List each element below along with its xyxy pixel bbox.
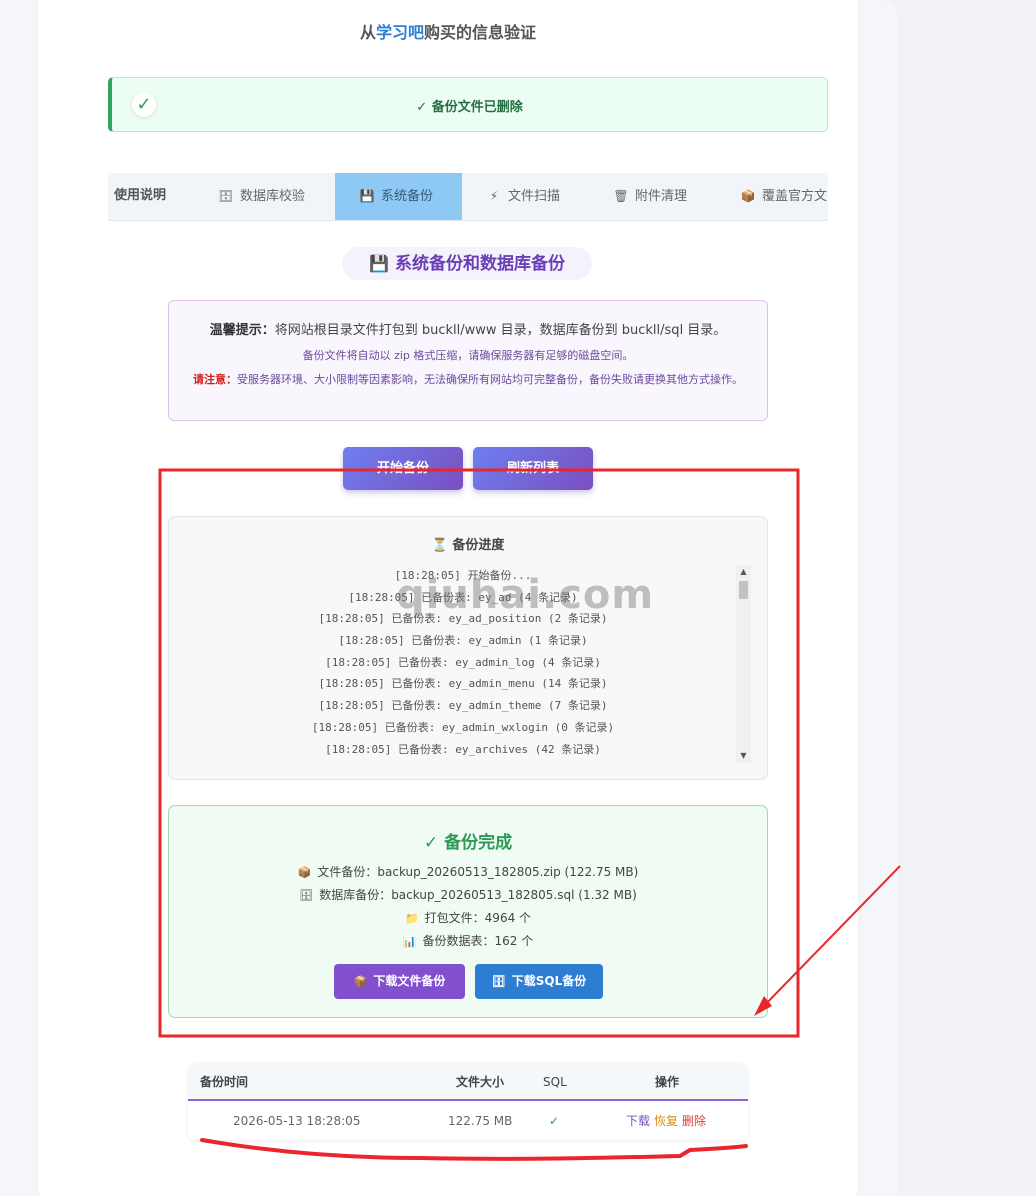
alert-message: ✓ 备份文件已删除 <box>416 100 523 115</box>
backup-table: 备份时间 文件大小 SQL 操作 2026-05-13 18:28:05 122… <box>188 1063 748 1140</box>
progress-log[interactable]: [18:28:05] 开始备份... [18:28:05] 已备份表: ey_a… <box>189 565 737 765</box>
log-line: [18:28:05] 已备份表: ey_ad_position (2 条记录) <box>318 612 608 626</box>
tab-db-check[interactable]: 🗄 数据库校验 <box>218 173 306 220</box>
tab-instructions[interactable]: 使用说明 <box>114 173 167 220</box>
title-prefix: 从 <box>359 23 376 42</box>
packed-files-text: 打包文件：4964 个 <box>424 911 532 925</box>
packed-files-line: 📁 打包文件：4964 个 <box>169 909 767 926</box>
warn-label: 请注意： <box>193 373 237 386</box>
download-sql-label: 下载SQL备份 <box>511 974 587 988</box>
tab-label: 文件扫描 <box>508 189 561 204</box>
hourglass-icon: ⏳ <box>431 538 448 553</box>
scroll-down-icon[interactable]: ▼ <box>736 749 751 763</box>
package-icon: 📦 <box>353 975 368 988</box>
tab-label: 数据库校验 <box>240 189 306 204</box>
tip-text: 将网站根目录文件打包到 buckll/www 目录，数据库备份到 buckll/… <box>274 323 727 338</box>
log-line: [18:28:05] 已备份表: ey_admin (1 条记录) <box>338 634 588 648</box>
title-suffix: 购买的信息验证 <box>424 23 537 42</box>
tip-label: 温馨提示： <box>209 323 275 338</box>
floppy-icon: 💾 <box>359 189 375 203</box>
success-alert: ✓ ✓ 备份文件已删除 <box>108 77 828 132</box>
warn-text: 受服务器环境、大小限制等因素影响，无法确保所有网站均可完整备份，备份失败请更换其… <box>237 373 743 386</box>
tab-label: 使用说明 <box>114 188 167 203</box>
folder-icon: 📁 <box>404 912 419 925</box>
restore-link[interactable]: 恢复 <box>654 1103 678 1139</box>
database-icon: 🗄 <box>218 189 234 203</box>
db-backup-text: 数据库备份：backup_20260513_182805.sql (1.32 M… <box>319 888 637 902</box>
header-ops: 操作 <box>655 1075 680 1089</box>
backup-complete-panel: ✓ 备份完成 📦 文件备份：backup_20260513_182805.zip … <box>168 805 768 1018</box>
log-line: [18:28:05] 已备份表: ey_archives (42 条记录) <box>325 742 601 756</box>
download-sql-button[interactable]: 🗄 下载SQL备份 <box>475 964 603 999</box>
header-size: 文件大小 <box>456 1075 505 1089</box>
tab-label: 覆盖官方文 <box>762 189 828 204</box>
header-time: 备份时间 <box>200 1075 249 1089</box>
database-icon: 🗄 <box>299 889 314 902</box>
tab-file-scan[interactable]: ⚡ 文件扫描 <box>486 173 561 220</box>
outer-panel: 从学习吧购买的信息验证 ✓ ✓ 备份文件已删除 使用说明 🗄 数据库校验 💾 系统备… <box>0 0 898 1196</box>
notice-zip: 备份文件将自动以 zip 格式压缩，请确保服务器有足够的磁盘空间。 <box>302 349 634 362</box>
title-brand: 学习吧 <box>375 23 424 42</box>
notice-tip: 温馨提示：将网站根目录文件打包到 buckll/www 目录，数据库备份到 bu… <box>169 319 767 338</box>
progress-title-text: 备份进度 <box>452 538 505 553</box>
notice-box: 温馨提示：将网站根目录文件打包到 buckll/www 目录，数据库备份到 bu… <box>168 300 768 421</box>
cell-time: 2026-05-13 18:28:05 <box>233 1114 361 1128</box>
log-line: [18:28:05] 已备份表: ey_admin_log (4 条记录) <box>325 655 601 669</box>
download-files-button[interactable]: 📦 下载文件备份 <box>334 964 465 999</box>
package-icon: 📦 <box>297 866 312 879</box>
scroll-thumb[interactable] <box>739 581 748 599</box>
tab-system-backup[interactable]: 💾 系统备份 <box>335 173 462 220</box>
chart-icon: 📊 <box>402 935 417 948</box>
delete-link[interactable]: 删除 <box>682 1103 706 1139</box>
log-line: [18:28:05] 已备份表: ey_admin_wxlogin (0 条记录… <box>311 720 615 734</box>
package-icon: 📦 <box>740 189 756 203</box>
tab-overwrite-official[interactable]: 📦 覆盖官方文 <box>740 173 828 220</box>
trash-icon: 🗑 <box>613 189 629 203</box>
log-scrollbar[interactable]: ▲ ▼ <box>736 565 751 763</box>
log-line: [18:28:05] 已备份表: ey_admin_menu (14 条记录) <box>318 677 608 691</box>
file-backup-line: 📦 文件备份：backup_20260513_182805.zip (122.75… <box>169 863 767 880</box>
scroll-up-icon[interactable]: ▲ <box>736 565 751 579</box>
cell-size: 122.75 MB <box>448 1114 513 1128</box>
table-header: 备份时间 文件大小 SQL 操作 <box>188 1063 748 1101</box>
check-icon: ✓ <box>549 1114 560 1128</box>
section-heading: 💾 系统备份和数据库备份 <box>342 247 592 280</box>
progress-title: ⏳ 备份进度 <box>169 534 767 553</box>
file-backup-text: 文件备份：backup_20260513_182805.zip (122.75 … <box>317 865 639 879</box>
db-backup-line: 🗄 数据库备份：backup_20260513_182805.sql (1.32 … <box>169 886 767 903</box>
start-backup-button[interactable]: 开始备份 <box>343 447 463 490</box>
refresh-list-button[interactable]: 刷新列表 <box>473 447 593 490</box>
tables-text: 备份数据表：162 个 <box>422 934 534 948</box>
notice-warning: 请注意：受服务器环境、大小限制等因素影响，无法确保所有网站均可完整备份，备份失败… <box>183 370 753 389</box>
tab-attachment-cleanup[interactable]: 🗑 附件清理 <box>613 173 688 220</box>
tab-bar: 使用说明 🗄 数据库校验 💾 系统备份 ⚡ 文件扫描 🗑 附件清理 📦 覆盖官方文 <box>108 173 828 221</box>
download-files-label: 下载文件备份 <box>373 974 446 988</box>
tab-label: 系统备份 <box>381 189 434 204</box>
tables-line: 📊 备份数据表：162 个 <box>169 932 767 949</box>
database-icon: 🗄 <box>491 975 506 988</box>
complete-title: ✓ 备份完成 <box>423 833 513 853</box>
progress-panel: ⏳ 备份进度 [18:28:05] 开始备份... [18:28:05] 已备份… <box>168 516 768 780</box>
floppy-icon: 💾 <box>369 254 389 273</box>
lightning-icon: ⚡ <box>489 189 499 203</box>
cell-ops: 下载 恢复 删除 <box>626 1103 710 1139</box>
page-title: 从学习吧购买的信息验证 <box>38 19 858 43</box>
log-line: [18:28:05] 已备份表: ey_admin_theme (7 条记录) <box>318 699 608 713</box>
download-link[interactable]: 下载 <box>626 1103 650 1139</box>
section-title: 系统备份和数据库备份 <box>394 254 565 274</box>
log-line: [18:28:05] 开始备份... <box>394 569 532 582</box>
header-sql: SQL <box>543 1075 567 1089</box>
tab-label: 附件清理 <box>635 189 688 204</box>
main-card: 从学习吧购买的信息验证 ✓ ✓ 备份文件已删除 使用说明 🗄 数据库校验 💾 系统备… <box>38 0 858 1196</box>
log-line: [18:28:05] 已备份表: ey_ad (4 条记录) <box>348 590 578 604</box>
